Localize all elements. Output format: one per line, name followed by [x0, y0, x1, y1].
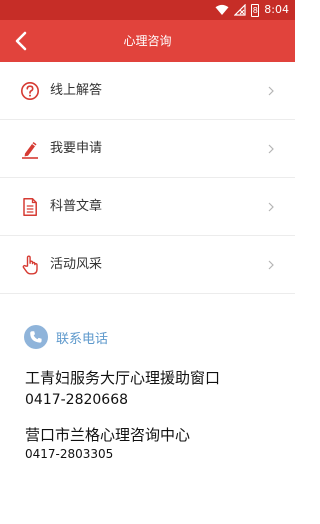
menu-item-articles[interactable]: 科普文章: [0, 178, 295, 236]
question-circle-icon: [20, 81, 40, 101]
contact-title: 联系电话: [56, 331, 109, 347]
menu-item-label: 科普文章: [50, 199, 103, 214]
pen-icon: [20, 139, 40, 159]
status-icons: 8 8:04: [215, 2, 289, 18]
menu-item-apply[interactable]: 我要申请: [0, 120, 295, 178]
chevron-right-icon: [268, 202, 274, 212]
contact-phone[interactable]: 0417-2820668: [25, 392, 128, 408]
app-bar: 心理咨询: [0, 20, 295, 62]
menu-item-online-answer[interactable]: 线上解答: [0, 62, 295, 120]
document-icon: [20, 197, 40, 217]
menu-item-activities[interactable]: 活动风采: [0, 236, 295, 294]
menu-item-label: 我要申请: [50, 141, 103, 156]
chevron-right-icon: [268, 144, 274, 154]
contact-phone[interactable]: 0417-2803305: [25, 447, 113, 461]
hand-pointer-icon: [20, 255, 40, 275]
battery-level: 8: [252, 5, 258, 15]
status-time: 8:04: [264, 3, 289, 16]
chevron-right-icon: [268, 86, 274, 96]
battery-icon: 8: [251, 3, 260, 17]
menu-list: 线上解答 我要申请 科普文章 活动风采: [0, 62, 295, 294]
status-bar: 8 8:04: [0, 0, 295, 20]
signal-off-icon: [234, 4, 246, 16]
chevron-right-icon: [268, 260, 274, 270]
contact-header: 联系电话: [24, 322, 108, 352]
contact-name: 工青妇服务大厅心理援助窗口: [25, 369, 221, 387]
menu-item-label: 线上解答: [50, 83, 103, 98]
menu-item-label: 活动风采: [50, 257, 103, 272]
wifi-icon: [215, 4, 229, 15]
contact-name: 营口市兰格心理咨询中心: [25, 426, 191, 444]
page-title: 心理咨询: [123, 34, 172, 48]
phone-icon: [24, 325, 48, 349]
